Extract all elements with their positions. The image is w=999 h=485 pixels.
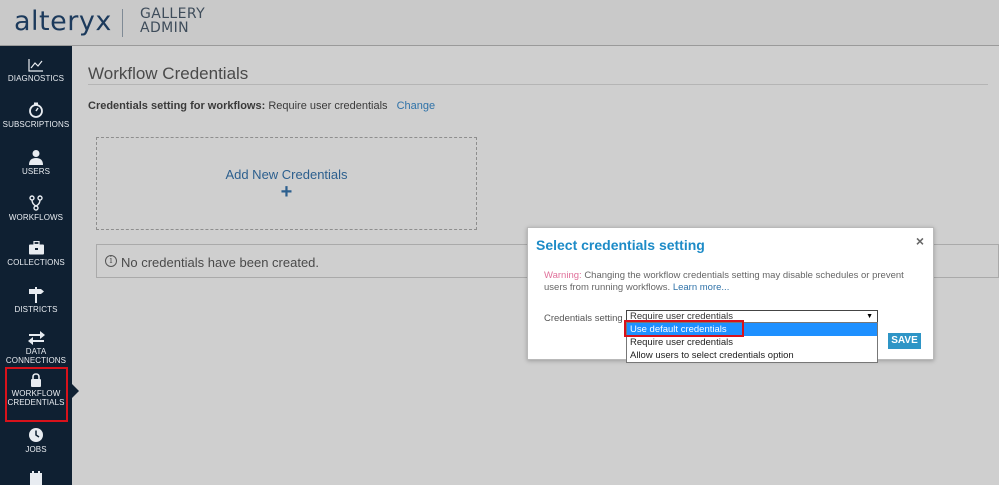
- user-icon: [28, 149, 44, 165]
- page-title: Workflow Credentials: [88, 64, 248, 84]
- warning-label: Warning:: [544, 270, 582, 281]
- product-name: GALLERY ADMIN: [140, 7, 205, 35]
- sidebar-item-label-2: CONNECTIONS: [0, 356, 72, 365]
- setting-label: Credentials setting for workflows:: [88, 100, 265, 112]
- credentials-setting-label: Credentials setting: [544, 313, 623, 324]
- active-item-highlight: [5, 367, 68, 422]
- save-button[interactable]: SAVE: [888, 333, 921, 349]
- sidebar-item-label: COLLECTIONS: [0, 258, 72, 267]
- sidebar-item-more[interactable]: [0, 471, 72, 485]
- dropdown-option-allow-select[interactable]: Allow users to select credentials option: [627, 349, 877, 362]
- arrows-exchange-icon: [28, 331, 45, 345]
- title-divider: [88, 84, 988, 85]
- option-highlight-box: [624, 320, 744, 337]
- sidebar-item-label: DIAGNOSTICS: [0, 74, 72, 83]
- learn-more-link[interactable]: Learn more...: [673, 282, 730, 293]
- select-credentials-modal: Select credentials setting × Warning: Ch…: [527, 227, 934, 360]
- chart-line-icon: [28, 58, 44, 72]
- close-icon[interactable]: ×: [916, 233, 924, 249]
- sidebar-item-label: USERS: [0, 167, 72, 176]
- alteryx-logo[interactable]: alteryx: [14, 6, 112, 37]
- plus-icon: +: [97, 181, 476, 204]
- stopwatch-icon: [28, 102, 44, 118]
- product-line-1: GALLERY: [140, 7, 205, 21]
- add-new-credentials-label: Add New Credentials: [97, 167, 476, 182]
- sidebar-item-jobs[interactable]: JOBS: [0, 427, 72, 454]
- sidebar-item-label: WORKFLOWS: [0, 213, 72, 222]
- modal-title: Select credentials setting: [536, 237, 705, 253]
- sidebar-item-label: DISTRICTS: [0, 305, 72, 314]
- no-credentials-text: No credentials have been created.: [121, 255, 319, 270]
- sidebar-nav: DIAGNOSTICS SUBSCRIPTIONS USERS WORKFLOW…: [0, 46, 72, 485]
- app-header: alteryx GALLERY ADMIN: [0, 0, 999, 46]
- sidebar-item-districts[interactable]: DISTRICTS: [0, 287, 72, 314]
- sidebar-item-diagnostics[interactable]: DIAGNOSTICS: [0, 58, 72, 83]
- branch-icon: [29, 195, 43, 211]
- sidebar-item-workflows[interactable]: WORKFLOWS: [0, 195, 72, 222]
- sidebar-item-users[interactable]: USERS: [0, 149, 72, 176]
- sidebar-item-collections[interactable]: COLLECTIONS: [0, 241, 72, 267]
- sidebar-item-data-connections[interactable]: DATA CONNECTIONS: [0, 331, 72, 365]
- credentials-setting-line: Credentials setting for workflows: Requi…: [88, 100, 435, 112]
- dropdown-arrow-icon: ▼: [866, 311, 873, 322]
- dropdown-option-require-user[interactable]: Require user credentials: [627, 336, 877, 349]
- sidebar-item-label: DATA: [0, 347, 72, 356]
- header-divider: [122, 9, 123, 37]
- change-link[interactable]: Change: [397, 100, 436, 112]
- warning-message: Warning: Changing the workflow credentia…: [544, 270, 924, 294]
- signpost-icon: [27, 287, 45, 303]
- setting-value: Require user credentials: [268, 100, 387, 112]
- clock-icon: [28, 427, 44, 443]
- briefcase-icon: [28, 241, 45, 256]
- sidebar-item-label: JOBS: [0, 445, 72, 454]
- sidebar-item-subscriptions[interactable]: SUBSCRIPTIONS: [0, 102, 72, 129]
- product-line-2: ADMIN: [140, 21, 205, 35]
- add-new-credentials-box[interactable]: Add New Credentials +: [96, 137, 477, 230]
- info-icon: i: [105, 255, 117, 267]
- sidebar-item-label: SUBSCRIPTIONS: [0, 120, 72, 129]
- calendar-icon: [29, 471, 43, 485]
